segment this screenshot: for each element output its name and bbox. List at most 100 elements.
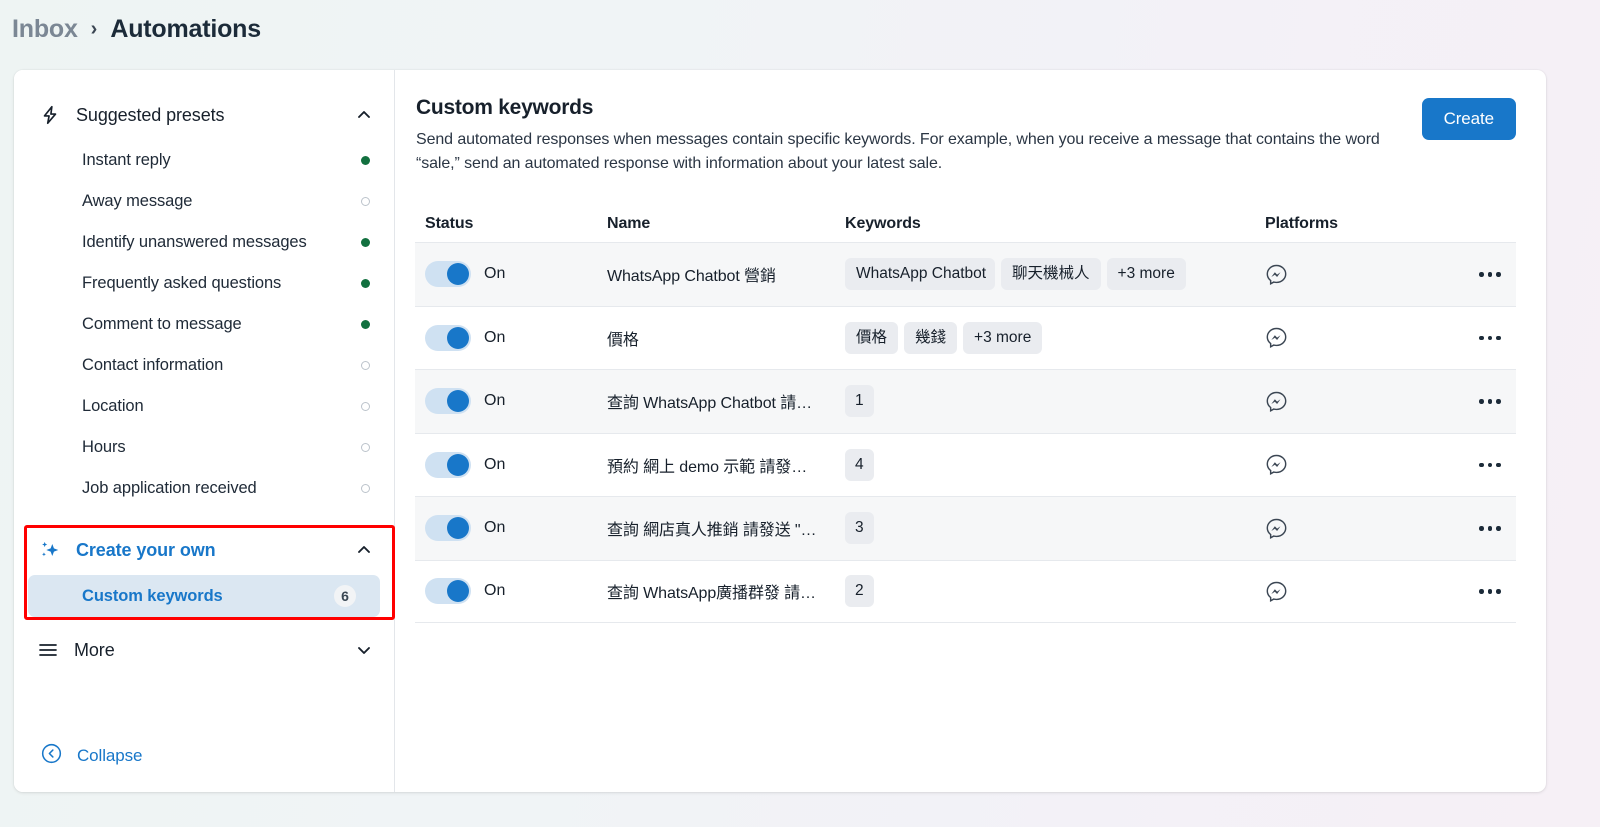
table-row[interactable]: On 預約 網上 demo 示範 請發… 4: [415, 432, 1516, 497]
table-row[interactable]: On 查詢 WhatsApp Chatbot 請… 1: [415, 369, 1516, 433]
table-row[interactable]: On 查詢 網店真人推銷 請發送 "… 3: [415, 496, 1516, 560]
page-description: Send automated responses when messages c…: [416, 131, 1380, 172]
column-header-keywords: Keywords: [845, 215, 921, 232]
row-status-cell: On: [425, 324, 607, 351]
page-title: Custom keywords: [416, 96, 594, 119]
messenger-icon: [1265, 263, 1475, 286]
row-keywords: 4: [845, 448, 1265, 481]
sidebar-item-location[interactable]: Location: [14, 386, 394, 427]
sidebar-item-away-message[interactable]: Away message: [14, 181, 394, 222]
toggle-knob: [447, 580, 469, 603]
messenger-icon: [1265, 326, 1475, 349]
sidebar-section-suggested-presets[interactable]: Suggested presets: [14, 90, 394, 140]
sidebar-item-label: Contact information: [82, 356, 224, 374]
row-platforms: [1265, 517, 1475, 540]
collapse-label: Collapse: [77, 746, 143, 765]
row-actions: [1475, 455, 1527, 476]
row-more-options-button[interactable]: [1475, 455, 1505, 476]
row-status-cell: On: [425, 515, 607, 542]
create-button[interactable]: Create: [1421, 98, 1516, 140]
row-name: WhatsApp Chatbot 營銷: [607, 268, 776, 286]
keyword-chip: WhatsApp Chatbot: [845, 258, 995, 291]
row-keywords: 價格 幾錢 +3 more: [845, 321, 1265, 354]
sidebar-item-identify-unanswered-messages[interactable]: Identify unanswered messages: [14, 222, 394, 263]
sidebar-item-label: Hours: [82, 438, 126, 456]
status-label: On: [484, 455, 506, 473]
sidebar-item-label: Instant reply: [82, 151, 171, 169]
collapse-sidebar-button[interactable]: Collapse: [14, 742, 142, 770]
sidebar-item-label: Identify unanswered messages: [82, 233, 307, 251]
sidebar-item-comment-to-message[interactable]: Comment to message: [14, 304, 394, 345]
row-more-options-button[interactable]: [1475, 328, 1505, 349]
breadcrumb-current: Automations: [110, 14, 261, 43]
sidebar-section-label: More: [74, 639, 115, 660]
keyword-chip: 聊天機械人: [1001, 258, 1101, 291]
status-toggle[interactable]: [425, 578, 471, 605]
row-more-options-button[interactable]: [1475, 581, 1505, 602]
row-platforms: [1265, 580, 1475, 603]
status-toggle[interactable]: [425, 388, 471, 415]
row-more-options-button[interactable]: [1475, 264, 1505, 285]
sidebar-item-frequently-asked-questions[interactable]: Frequently asked questions: [14, 263, 394, 304]
column-header-name: Name: [607, 215, 651, 232]
row-platforms: [1265, 263, 1475, 286]
breadcrumb-separator-icon: ›: [90, 17, 98, 40]
messenger-icon: [1265, 580, 1475, 603]
status-label: On: [484, 265, 506, 283]
row-status-cell: On: [425, 451, 607, 478]
sidebar-item-label: Job application received: [82, 479, 257, 497]
keyword-chip: 幾錢: [904, 321, 958, 354]
chevron-up-icon: [356, 542, 372, 558]
keyword-chip-more[interactable]: +3 more: [1106, 258, 1186, 291]
sidebar-section-more[interactable]: More: [14, 625, 394, 675]
status-toggle[interactable]: [425, 515, 471, 542]
row-name: 查詢 網店真人推銷 請發送 "…: [607, 522, 817, 540]
row-keywords: 1: [845, 385, 1265, 418]
row-actions: [1475, 391, 1527, 412]
row-name: 預約 網上 demo 示範 請發…: [607, 458, 808, 476]
row-platforms: [1265, 453, 1475, 476]
sidebar-item-instant-reply[interactable]: Instant reply: [14, 140, 394, 181]
sidebar-item-custom-keywords[interactable]: Custom keywords 6: [28, 575, 380, 617]
sidebar-section-label: Create your own: [76, 539, 216, 560]
status-dot-off-icon: [361, 361, 370, 370]
toggle-knob: [447, 263, 469, 286]
sidebar-item-contact-information[interactable]: Contact information: [14, 345, 394, 386]
table-row[interactable]: On 查詢 WhatsApp廣播群發 請… 2: [415, 559, 1516, 623]
keywords-table: Status Name Keywords Platforms On WhatsA…: [415, 206, 1516, 623]
row-more-options-button[interactable]: [1475, 391, 1505, 412]
sidebar-item-hours[interactable]: Hours: [14, 427, 394, 468]
table-row[interactable]: On 價格 價格 幾錢 +3 more: [415, 305, 1516, 370]
row-actions: [1475, 518, 1527, 539]
status-dot-off-icon: [361, 443, 370, 452]
table-row[interactable]: On WhatsApp Chatbot 營銷 WhatsApp Chatbot …: [415, 242, 1516, 306]
header-text-block: Custom keywords Send automated responses…: [415, 96, 1422, 176]
row-keywords: 2: [845, 575, 1265, 608]
status-dot-on-icon: [361, 320, 370, 329]
chevron-left-circle-icon: [40, 742, 63, 770]
messenger-icon: [1265, 390, 1475, 413]
chevron-up-icon: [356, 107, 372, 123]
row-status-cell: On: [425, 578, 607, 605]
breadcrumb-parent-link[interactable]: Inbox: [12, 15, 78, 44]
sidebar-item-label: Frequently asked questions: [82, 274, 282, 292]
keyword-chip-more[interactable]: +3 more: [963, 321, 1043, 354]
status-toggle[interactable]: [425, 324, 471, 351]
toggle-knob: [447, 326, 469, 349]
lightning-bolt-icon: [38, 103, 62, 127]
sidebar-section-create-your-own-block: Create your own Custom keywords 6: [14, 525, 395, 620]
status-toggle[interactable]: [425, 451, 471, 478]
row-name: 價格: [607, 331, 639, 349]
content-header: Custom keywords Send automated responses…: [415, 96, 1516, 176]
status-dot-off-icon: [361, 402, 370, 411]
status-label: On: [484, 392, 506, 410]
row-actions: [1475, 328, 1527, 349]
row-keywords: WhatsApp Chatbot 聊天機械人 +3 more: [845, 258, 1265, 291]
sparkles-icon: [38, 538, 62, 562]
row-actions: [1475, 264, 1527, 285]
row-actions: [1475, 581, 1527, 602]
sidebar-item-job-application-received[interactable]: Job application received: [14, 468, 394, 509]
sidebar-section-create-your-own[interactable]: Create your own: [14, 525, 394, 575]
row-more-options-button[interactable]: [1475, 518, 1505, 539]
status-toggle[interactable]: [425, 261, 471, 288]
